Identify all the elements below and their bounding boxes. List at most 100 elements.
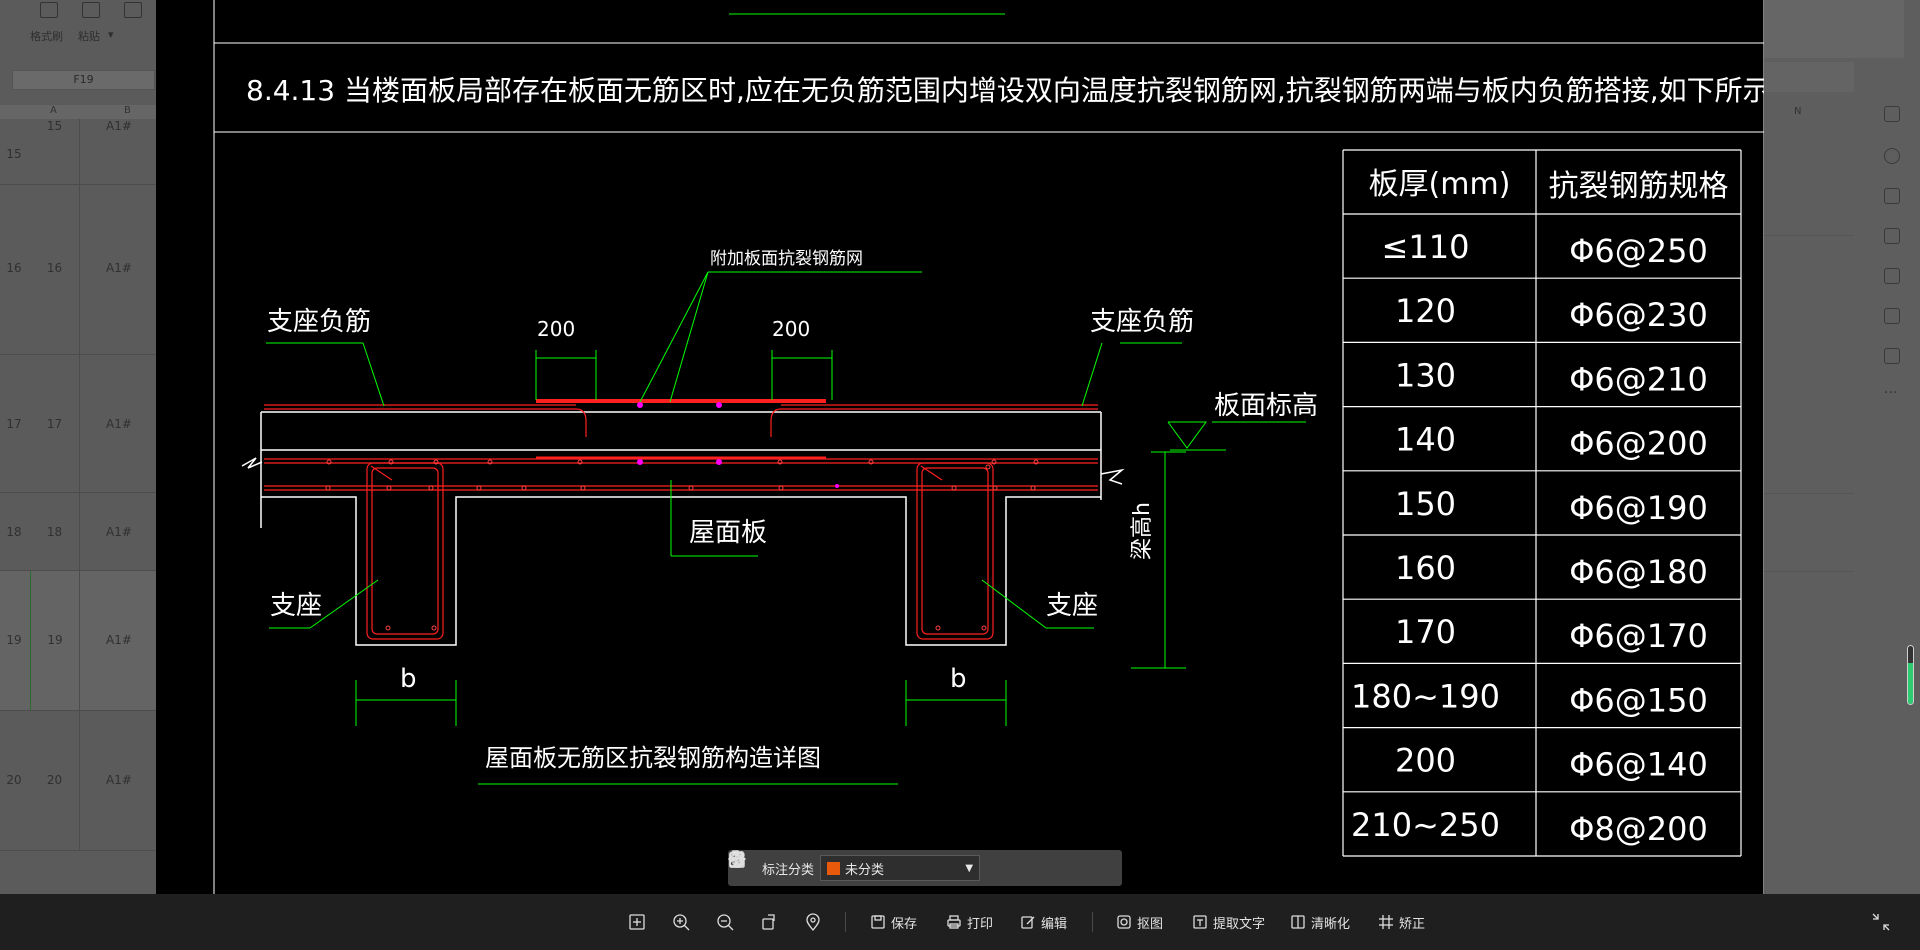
table-cell-thickness: 180~190 [1351,677,1500,715]
paste-icon [82,2,100,18]
move-icon[interactable] [728,850,1044,879]
edit-annotation-icon[interactable] [729,852,1012,879]
image-viewer[interactable]: 8.4.13 当楼面板局部存在板面无筋区时,应在无负筋范围内增设双向温度抗裂钢筋… [156,0,1764,894]
detail-title: 屋面板无筋区抗裂钢筋构造详图 [485,744,821,772]
cell-a[interactable]: 17 [30,355,80,492]
location-icon[interactable] [804,908,822,936]
help-icon[interactable] [1884,148,1900,164]
table-cell-thickness: 150 [1395,485,1456,523]
edit-button[interactable]: 编辑 [1020,908,1067,936]
table-cell-spec: Φ6@250 [1569,232,1708,270]
extra-mesh-label: 附加板面抗裂钢筋网 [710,249,863,269]
column-a-header[interactable]: A [50,105,57,116]
crop-button[interactable]: 抠图 [1116,908,1163,936]
paste-icon[interactable] [729,850,1108,879]
support-right-label: 支座 [1046,591,1098,621]
paste-dropdown-icon[interactable]: ▾ [108,28,114,41]
format-icon[interactable] [1884,228,1900,244]
row-number: 19 [6,633,22,647]
extract-text-icon [1193,915,1207,929]
table-cell-thickness: 160 [1395,549,1456,587]
b-left-label: b [400,664,417,694]
more-icon[interactable]: ··· [1884,386,1900,404]
sharpen-button[interactable]: 清晰化 [1290,908,1350,936]
table-row[interactable]: 17 17 A1# [0,355,156,493]
bottom-toolbar: 保存 打印 编辑 抠图 提取文字 清晰化 矫正 [0,894,1920,950]
cell-a[interactable]: 16 [30,185,80,354]
book-icon[interactable] [1884,348,1900,364]
category-selected-value: 未分类 [845,862,885,878]
table-cell-spec: Φ8@200 [1569,810,1708,848]
rectify-button[interactable]: 矫正 [1378,908,1425,936]
rectify-label: 矫正 [1399,916,1426,932]
save-label: 保存 [891,916,918,932]
format-brush-button[interactable]: 格式刷 [30,28,63,44]
print-icon [947,915,961,929]
print-button[interactable]: 打印 [946,908,993,936]
zoom-out-icon[interactable] [716,908,734,936]
extract-text-label: 提取文字 [1213,916,1266,932]
table-cell-spec: Φ6@150 [1569,681,1708,719]
table-cell-spec: Φ6@180 [1569,553,1708,591]
rotate-icon[interactable] [760,908,778,936]
table-cell-thickness: 130 [1395,356,1456,394]
exit-fullscreen-icon[interactable] [1872,908,1890,936]
cell-b[interactable]: A1# [82,119,156,133]
tools-icon[interactable] [1884,308,1900,324]
cell-b[interactable]: A1# [82,773,156,787]
pointer-icon[interactable] [1884,106,1900,122]
clause-text: 8.4.13 当楼面板局部存在板面无筋区时,应在无负筋范围内增设双向温度抗裂钢筋… [246,74,1764,107]
slab-outline [241,411,1125,646]
table-cell-spec: Φ6@190 [1569,489,1708,527]
edit-icon [1021,916,1035,929]
zoom-in-icon[interactable] [672,908,690,936]
name-box[interactable]: F19 [12,70,155,90]
drawing-labels: 附加板面抗裂钢筋网 200 200 支座负筋 支座负筋 板面标高 屋面板 支座 … [267,249,1318,772]
toolbar-divider [845,912,846,932]
save-button[interactable]: 保存 [870,908,917,936]
roof-slab-label: 屋面板 [689,518,767,548]
table-cell-thickness: 200 [1395,742,1456,780]
copy-icon[interactable] [729,851,1076,879]
chart-icon[interactable] [1884,188,1900,204]
table-row[interactable]: 20 20 A1# [0,711,156,851]
row-number: 15 [6,147,22,161]
support-neg-right-label: 支座负筋 [1090,307,1194,337]
table-row[interactable]: 15 15 A1# [0,119,156,185]
table-cell-spec: Φ6@170 [1569,617,1708,655]
paste-button[interactable]: 粘贴 [78,28,100,44]
cell-a[interactable]: 20 [30,711,80,850]
table-row[interactable]: 16 16 A1# [0,185,156,355]
table-row-selected[interactable]: 19 19 A1# [0,571,156,711]
dim-200-left: 200 [537,317,575,341]
sheet-grid-right [1764,119,1854,894]
support-neg-left-label: 支座负筋 [267,307,371,337]
extract-text-button[interactable]: 提取文字 [1192,908,1265,936]
ribbon: 格式刷 粘贴 ▾ [0,0,160,56]
column-header: A B [0,105,156,119]
copy-icon[interactable] [124,2,142,18]
crop-label: 抠图 [1137,916,1164,932]
column-b-header[interactable]: B [124,105,131,116]
rebar-dots [637,402,839,488]
cell-a[interactable]: 15 [30,119,80,184]
table-cell-thickness: ≤110 [1382,228,1470,266]
rebars [264,404,1098,640]
cell-b[interactable]: A1# [82,417,156,431]
table-row[interactable]: 18 18 A1# [0,493,156,571]
toolbar-divider [1092,912,1093,932]
cell-a[interactable]: 19 [30,571,80,710]
column-n-header[interactable]: N [1794,106,1801,117]
crop-icon[interactable] [1884,268,1900,284]
table-cell-spec: Φ6@230 [1569,296,1708,334]
slab-elev-label: 板面标高 [1214,391,1318,421]
zoom-level-indicator [1907,645,1914,705]
cell-a[interactable]: 18 [30,493,80,570]
fit-window-icon[interactable] [628,908,646,936]
category-select[interactable]: 未分类 ▼ [820,855,981,881]
cell-b[interactable]: A1# [82,261,156,275]
rectify-icon [1379,915,1393,929]
cell-b[interactable]: A1# [82,633,156,647]
chevron-down-icon: ▼ [965,862,974,874]
cell-b[interactable]: A1# [82,525,156,539]
